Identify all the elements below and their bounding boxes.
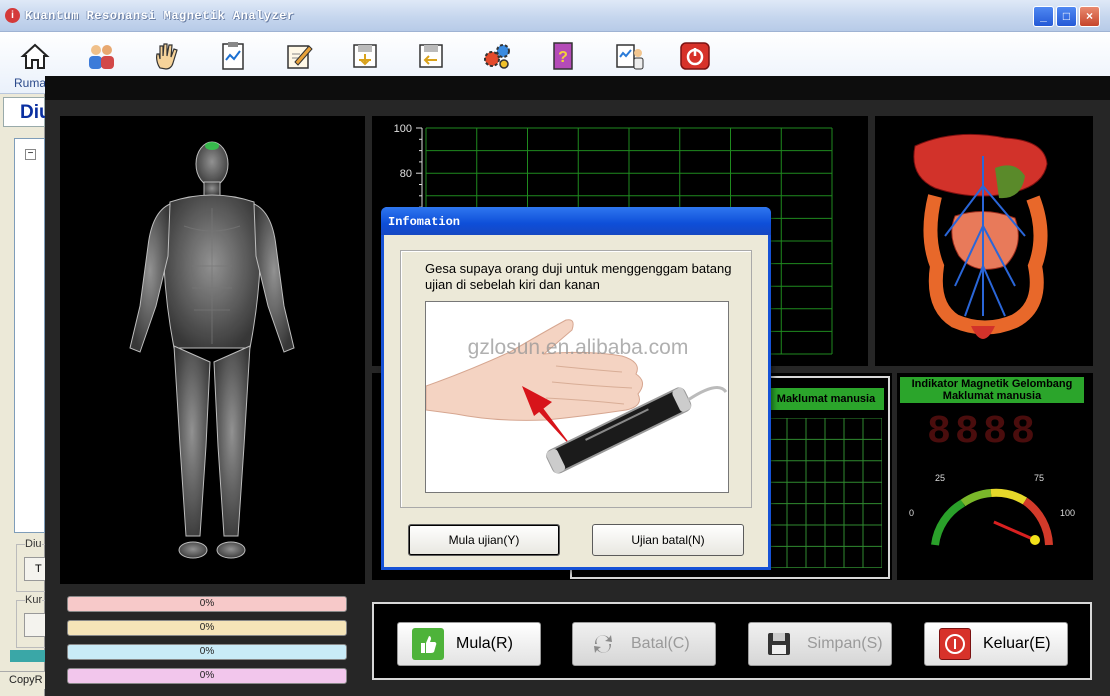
group-box-2-label: Kur xyxy=(25,594,43,606)
window-title: Kuantum Resonansi Magnetik Analyzer xyxy=(25,9,295,23)
cancel-button-label: Batal(C) xyxy=(631,635,690,652)
settings-gears-icon xyxy=(484,44,510,69)
organs-panel xyxy=(875,116,1093,366)
power-button[interactable] xyxy=(678,39,712,73)
dialog-message: Gesa supaya orang duji untuk menggenggam… xyxy=(425,261,732,292)
chart-y-tick-label: 100 xyxy=(394,123,412,135)
edit-report-button[interactable] xyxy=(282,39,316,73)
users-icon xyxy=(89,45,114,69)
users-button[interactable] xyxy=(84,39,118,73)
group-box-2-field[interactable] xyxy=(24,613,46,637)
left-progress-strip xyxy=(10,650,45,662)
thumbs-up-icon xyxy=(412,628,444,660)
indicator-title: Indikator Magnetik Gelombang xyxy=(911,378,1073,390)
gauge-tick-100: 100 xyxy=(1060,508,1075,518)
indicator-subtitle: Maklumat manusia xyxy=(942,390,1042,402)
save-button[interactable]: Simpan(S) xyxy=(748,622,892,666)
group-box-2: Kur xyxy=(16,594,46,648)
home-button[interactable] xyxy=(18,39,52,73)
gauge-tick-50: 50 xyxy=(985,469,995,471)
report-icon xyxy=(222,42,244,70)
load-disk-icon xyxy=(419,44,443,68)
doctor-report-icon xyxy=(616,44,644,70)
tree-collapse-icon[interactable]: − xyxy=(25,149,36,160)
exit-button-label: Keluar(E) xyxy=(983,635,1051,652)
progress-bar-3: 0% xyxy=(67,644,347,660)
left-panel-header: Diu xyxy=(3,97,51,127)
hand-sensor-image: gzlosun.en.alibaba.com xyxy=(425,301,729,493)
group-box-1: Diu T xyxy=(16,538,46,592)
hand-holding-sensor-illustration xyxy=(426,319,728,474)
image-watermark: gzlosun.en.alibaba.com xyxy=(467,336,689,359)
settings-button[interactable] xyxy=(480,39,514,73)
minimize-button[interactable]: _ xyxy=(1033,6,1054,27)
save-button-toolbar[interactable] xyxy=(348,39,382,73)
left-panel: Diu − Diu T Kur CopyR xyxy=(0,94,51,696)
floppy-disk-icon xyxy=(763,628,795,660)
copyright-text: CopyR xyxy=(0,671,45,689)
edit-report-icon xyxy=(287,45,313,69)
app-info-icon: i xyxy=(5,8,20,23)
gauge-tick-0: 0 xyxy=(909,508,914,518)
gauge-tick-75: 75 xyxy=(1034,473,1044,483)
human-body-image xyxy=(129,141,295,559)
indicator-title-box: Indikator Magnetik Gelombang Maklumat ma… xyxy=(900,377,1084,403)
exit-info-icon xyxy=(939,628,971,660)
tree-view[interactable]: − xyxy=(14,138,45,533)
organs-image xyxy=(913,133,1048,339)
cancel-test-button[interactable]: Ujian batal(N) xyxy=(592,524,744,556)
group-box-1-label: Diu xyxy=(25,538,42,550)
save-disk-icon xyxy=(353,44,377,68)
magnetic-gauge: 0 25 50 75 100 xyxy=(909,469,1075,546)
indicator-panel: Indikator Magnetik Gelombang Maklumat ma… xyxy=(897,373,1093,580)
load-button-toolbar[interactable] xyxy=(414,39,448,73)
refresh-icon xyxy=(587,628,619,660)
progress-bar-4: 0% xyxy=(67,668,347,684)
maximize-button[interactable]: □ xyxy=(1056,6,1077,27)
dialog-content-frame: Gesa supaya orang duji untuk menggenggam… xyxy=(400,250,752,508)
info-grid xyxy=(768,418,882,568)
close-window-button[interactable]: × xyxy=(1079,6,1100,27)
main-top-strip xyxy=(45,76,1110,100)
start-test-button[interactable]: Mula ujian(Y) xyxy=(408,524,560,556)
exit-button[interactable]: Keluar(E) xyxy=(924,622,1068,666)
digital-readout: 8888 xyxy=(927,410,1040,455)
progress-bar-1: 0% xyxy=(67,596,347,612)
hand-button[interactable] xyxy=(150,39,184,73)
cancel-button[interactable]: Batal(C) xyxy=(572,622,716,666)
start-button-label: Mula(R) xyxy=(456,635,513,652)
dialog-title-bar[interactable]: Infomation xyxy=(381,207,771,235)
chart-y-tick-label: 80 xyxy=(400,168,412,180)
power-icon xyxy=(680,42,710,70)
gauge-needle xyxy=(993,520,1036,542)
title-bar: i Kuantum Resonansi Magnetik Analyzer _ … xyxy=(0,0,1110,32)
dialog-title: Infomation xyxy=(388,215,461,229)
help-book-icon: ? xyxy=(553,42,573,70)
gauge-pivot xyxy=(1030,535,1040,545)
info-left-title: Maklumat manusia xyxy=(768,388,884,410)
doctor-report-button[interactable] xyxy=(612,39,646,73)
start-button[interactable]: Mula(R) xyxy=(397,622,541,666)
group-box-1-field[interactable]: T xyxy=(24,557,46,581)
information-dialog: Infomation Gesa supaya orang duji untuk … xyxy=(381,207,771,570)
progress-bar-2: 0% xyxy=(67,620,347,636)
body-figure-panel xyxy=(60,116,365,584)
action-button-bar: Mula(R) Batal(C) Simpan(S) Keluar(E) xyxy=(372,602,1092,680)
report-button[interactable] xyxy=(216,39,250,73)
svg-text:?: ? xyxy=(558,49,568,66)
hand-icon xyxy=(156,43,178,70)
gauge-tick-25: 25 xyxy=(935,473,945,483)
help-button[interactable]: ? xyxy=(546,39,580,73)
app-window: i Kuantum Resonansi Magnetik Analyzer _ … xyxy=(0,0,1110,696)
save-button-label: Simpan(S) xyxy=(807,635,883,652)
home-icon xyxy=(20,43,50,69)
